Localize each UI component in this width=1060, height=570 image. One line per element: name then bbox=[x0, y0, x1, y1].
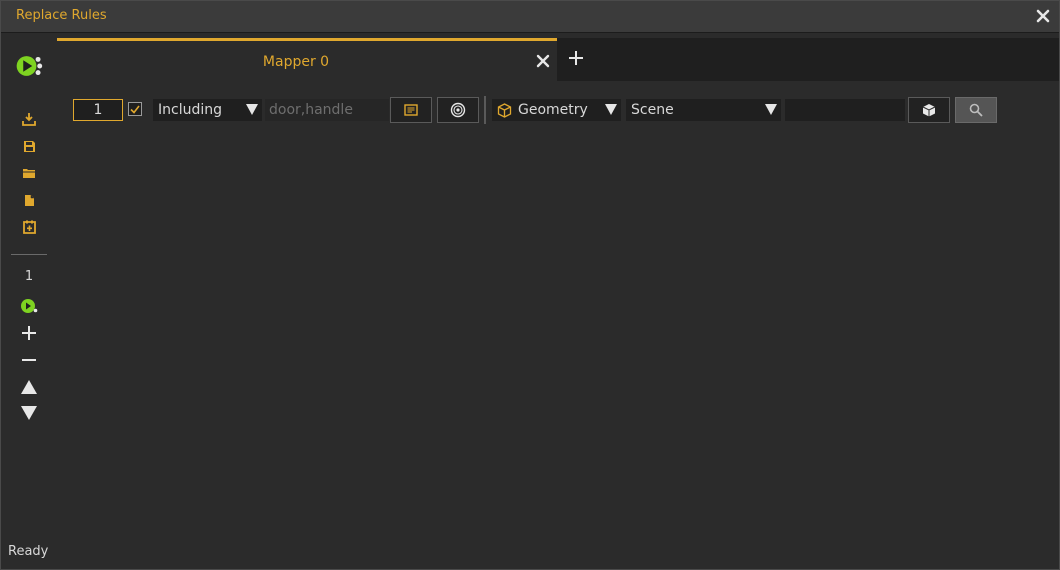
pick-object-button[interactable] bbox=[908, 97, 950, 123]
name-filter-input[interactable] bbox=[265, 99, 389, 121]
save-button[interactable] bbox=[15, 134, 43, 158]
replace-rules-window: Replace Rules 1 Mapper 0 1 Including doo… bbox=[0, 0, 1060, 570]
remove-rule-button[interactable] bbox=[15, 348, 43, 372]
save-as-icon bbox=[22, 220, 36, 234]
close-icon bbox=[1036, 9, 1050, 23]
type-dropdown[interactable]: Geometry bbox=[492, 99, 621, 121]
pick-name-button[interactable] bbox=[390, 97, 432, 123]
open-button[interactable] bbox=[15, 161, 43, 185]
material-pick-button[interactable] bbox=[437, 97, 479, 123]
chevron-down-icon bbox=[605, 104, 617, 115]
save-icon bbox=[23, 140, 35, 152]
run-all-icon bbox=[16, 56, 43, 76]
arrow-up-icon bbox=[21, 380, 37, 394]
tab-mapper-0[interactable]: Mapper 0 bbox=[57, 38, 557, 81]
rule-number-field[interactable]: 1 bbox=[73, 99, 123, 121]
row-divider bbox=[484, 96, 486, 124]
close-icon bbox=[536, 54, 550, 68]
minus-icon bbox=[22, 359, 36, 361]
mode-dropdown[interactable]: Including bbox=[153, 99, 262, 121]
rule-row: 1 Including door,handle Geometry Scene bbox=[1, 96, 1060, 124]
search-button[interactable] bbox=[955, 97, 997, 123]
close-window-button[interactable] bbox=[1033, 6, 1053, 26]
chevron-down-icon bbox=[246, 104, 258, 115]
title-bar: Replace Rules bbox=[1, 1, 1059, 33]
run-all-button[interactable] bbox=[15, 52, 43, 80]
rule-count: 1 bbox=[24, 269, 34, 284]
run-icon bbox=[21, 299, 38, 313]
plus-icon bbox=[22, 326, 36, 340]
arrow-down-icon bbox=[21, 406, 37, 420]
open-folder-icon bbox=[23, 169, 35, 178]
chevron-down-icon bbox=[765, 104, 777, 115]
cube-icon bbox=[497, 103, 512, 118]
window-title: Replace Rules bbox=[16, 8, 107, 23]
new-file-button[interactable] bbox=[15, 188, 43, 212]
tab-label: Mapper 0 bbox=[262, 54, 330, 70]
list-pick-icon bbox=[404, 104, 418, 116]
search-icon bbox=[969, 103, 983, 117]
add-tab-button[interactable] bbox=[565, 47, 587, 69]
move-up-button[interactable] bbox=[15, 375, 43, 399]
new-file-icon bbox=[24, 194, 34, 206]
status-text: Ready bbox=[8, 544, 49, 559]
tab-bar: Mapper 0 bbox=[57, 38, 1059, 81]
box-icon bbox=[922, 104, 936, 117]
run-rule-button[interactable] bbox=[15, 294, 43, 318]
scope-dropdown[interactable]: Scene bbox=[626, 99, 781, 121]
rule-enabled-checkbox[interactable] bbox=[128, 102, 142, 116]
mode-value: Including bbox=[158, 102, 222, 118]
close-tab-button[interactable] bbox=[533, 51, 553, 71]
type-value: Geometry bbox=[518, 102, 588, 118]
move-down-button[interactable] bbox=[15, 401, 43, 425]
add-rule-button[interactable] bbox=[15, 321, 43, 345]
material-sphere-icon bbox=[450, 102, 466, 118]
sidebar-divider bbox=[11, 254, 47, 255]
save-as-button[interactable] bbox=[15, 215, 43, 239]
replacement-input[interactable] bbox=[785, 99, 905, 121]
scope-value: Scene bbox=[631, 102, 674, 118]
checkmark-icon bbox=[130, 105, 140, 114]
plus-icon bbox=[569, 51, 583, 65]
